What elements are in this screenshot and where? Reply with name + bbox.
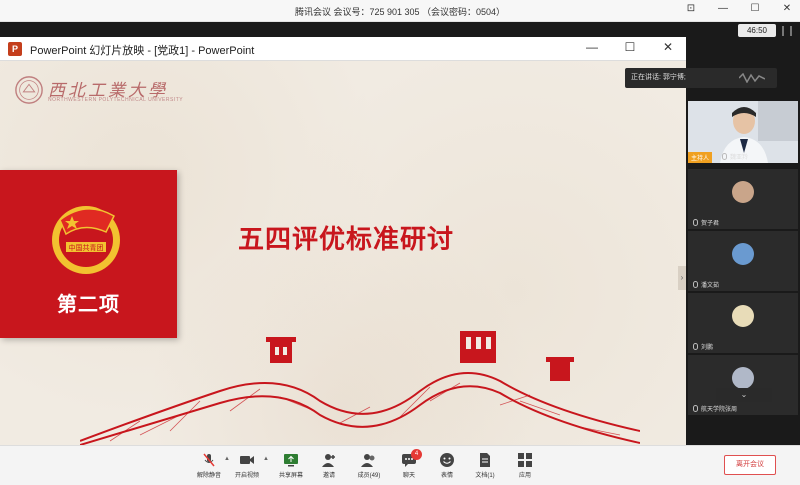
window-controls: ⊡ — ☐ ✕	[684, 3, 794, 14]
video-button[interactable]: 开启视频	[230, 452, 264, 479]
slide-title: 五四评优标准研讨	[238, 224, 455, 254]
chevron-down-icon[interactable]: ⌄	[716, 388, 772, 402]
ppt-close-icon[interactable]: ✕	[660, 40, 676, 54]
speaking-indicator: 正在讲话: 郭宁博;	[625, 68, 777, 88]
slide[interactable]: 西北工業大學 NORTHWESTERN POLYTECHNICAL UNIVER…	[0, 61, 686, 445]
participant-name: 潘文茹	[693, 280, 719, 289]
participant-tile[interactable]: 贺子君	[688, 169, 798, 229]
mic-icon	[722, 153, 727, 160]
audio-wave-icon	[739, 73, 765, 83]
section-label: 第二项	[57, 294, 120, 316]
camera-icon	[240, 456, 254, 464]
chat-button[interactable]: 聊天 4	[392, 449, 426, 479]
participant-name: 航天学院张周	[693, 404, 737, 413]
add-user-icon	[322, 454, 335, 467]
mic-icon	[693, 281, 698, 288]
apps-button[interactable]: 应用	[508, 452, 542, 479]
share-screen-button[interactable]: 共享屏幕	[274, 452, 308, 479]
mic-icon	[693, 219, 698, 226]
leave-meeting-button[interactable]: 离开会议	[724, 455, 776, 475]
badge-text: 中国共青团	[69, 243, 104, 252]
powerpoint-icon: P	[8, 42, 22, 56]
mic-muted-icon	[203, 453, 215, 467]
ppt-window-controls: — ☐ ✕	[584, 40, 676, 54]
members-button[interactable]: 成员(49)	[352, 452, 386, 479]
participant-name: 贺子君	[693, 218, 719, 227]
meeting-titlebar: 腾讯会议 会议号：725 901 305 （会议密码：0504） ⊡ — ☐ ✕	[0, 0, 800, 22]
reaction-button[interactable]: 表情	[430, 452, 464, 479]
invite-button[interactable]: 邀请	[312, 452, 346, 479]
grip-icon[interactable]	[782, 26, 792, 36]
speaking-label: 正在讲话: 郭宁博;	[631, 74, 686, 81]
avatar	[732, 181, 754, 203]
pin-icon[interactable]: ⊡	[684, 3, 698, 14]
video-options-chevron-icon[interactable]: ▲	[263, 456, 269, 462]
participant-tile[interactable]: 潘文茹	[688, 231, 798, 291]
ppt-titlebar: P PowerPoint 幻灯片放映 - [党政1] - PowerPoint …	[0, 37, 686, 61]
participant-name: 刘鹏	[693, 342, 713, 351]
ppt-maximize-icon[interactable]: ☐	[622, 40, 638, 54]
mic-icon	[693, 343, 698, 350]
powerpoint-window: P PowerPoint 幻灯片放映 - [党政1] - PowerPoint …	[0, 37, 686, 445]
meeting-title: 腾讯会议 会议号：725 901 305 （会议密码：0504）	[294, 7, 506, 17]
share-screen-icon	[284, 454, 298, 467]
participant-video-host[interactable]: 主持人 魏亚羚	[688, 101, 798, 163]
meeting-toolbar: 解除静音 ▲ 开启视频 ▲ 共享屏幕 邀请 成员(49) 聊天 4 表情 文档(…	[0, 445, 800, 485]
participant-tile[interactable]: 刘鹏	[688, 293, 798, 353]
avatar	[732, 367, 754, 389]
ppt-minimize-icon[interactable]: —	[584, 40, 600, 54]
avatar	[732, 305, 754, 327]
university-english-name: NORTHWESTERN POLYTECHNICAL UNIVERSITY	[48, 97, 184, 103]
maximize-icon[interactable]: ☐	[748, 3, 762, 14]
meeting-timer: 46:50	[738, 24, 776, 37]
avatar	[732, 243, 754, 265]
close-icon[interactable]: ✕	[780, 3, 794, 14]
emoji-icon	[440, 453, 454, 467]
youth-league-badge-icon: 中国共青团	[52, 206, 120, 274]
great-wall-illustration	[80, 331, 640, 445]
mic-icon	[693, 405, 698, 412]
apps-grid-icon	[518, 453, 532, 467]
document-icon	[480, 453, 490, 467]
participant-tile[interactable]: 航天学院张周	[688, 355, 798, 415]
chat-unread-badge: 4	[411, 449, 422, 460]
host-tag: 主持人	[688, 152, 713, 163]
minimize-icon[interactable]: —	[716, 3, 730, 14]
members-icon	[361, 454, 375, 467]
university-seal-icon	[15, 76, 43, 104]
slide-next-arrow-icon[interactable]: ›	[678, 266, 686, 290]
section-box: 中国共青团 第二项	[0, 170, 177, 338]
ppt-window-title: PowerPoint 幻灯片放映 - [党政1] - PowerPoint	[30, 45, 255, 57]
mute-button[interactable]: 解除静音	[192, 452, 226, 479]
documents-button[interactable]: 文档(1)	[468, 452, 502, 479]
participant-name: 魏亚羚	[722, 152, 748, 161]
